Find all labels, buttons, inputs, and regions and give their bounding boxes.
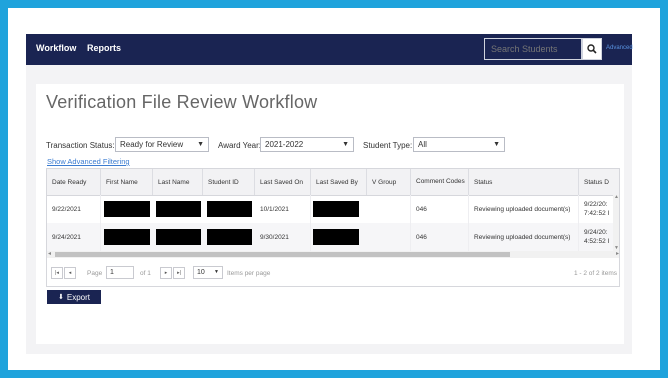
redacted-last-name xyxy=(156,229,201,245)
col-last-saved-on[interactable]: Last Saved On xyxy=(255,169,311,195)
scroll-left-icon[interactable]: ◂ xyxy=(48,250,51,257)
advanced-search-link[interactable]: Advanced xyxy=(606,45,633,51)
workflow-card: Verification File Review Workflow Transa… xyxy=(36,84,624,344)
status-date-line: 9/22/20: xyxy=(584,201,608,208)
transaction-status-label: Transaction Status: xyxy=(46,141,115,150)
redacted-first-name xyxy=(104,229,150,245)
search-icon xyxy=(587,44,597,54)
redacted-last-saved-by xyxy=(313,201,359,217)
student-type-select[interactable]: All ▼ xyxy=(413,137,505,152)
top-navbar: Workflow Reports Advanced xyxy=(26,34,633,65)
export-label: Export xyxy=(66,292,90,302)
pager-summary: 1 - 2 of 2 items xyxy=(574,270,617,277)
cell-status-date: 9/22/20: 7:42:52 I xyxy=(579,195,615,223)
col-comment-codes[interactable]: Comment Codes xyxy=(411,169,469,195)
page-title: Verification File Review Workflow xyxy=(46,92,318,112)
nav-workflow[interactable]: Workflow xyxy=(36,43,76,53)
chevron-down-icon: ▼ xyxy=(342,141,349,148)
page-number-input[interactable] xyxy=(106,266,134,279)
col-last-name[interactable]: Last Name xyxy=(153,169,203,195)
col-status-date[interactable]: Status D xyxy=(579,169,619,195)
award-year-select[interactable]: 2021-2022 ▼ xyxy=(260,137,354,152)
scroll-right-icon[interactable]: ▸ xyxy=(616,250,619,257)
items-per-page-select[interactable]: 10 ▼ xyxy=(193,266,223,279)
transaction-status-select[interactable]: Ready for Review ▼ xyxy=(115,137,209,152)
cell-date-ready: 9/22/2021 xyxy=(47,195,101,223)
redacted-last-name xyxy=(156,201,201,217)
col-date-ready[interactable]: Date Ready xyxy=(47,169,101,195)
export-button[interactable]: ⬇ Export xyxy=(47,290,101,304)
col-v-group[interactable]: V Group xyxy=(367,169,411,195)
status-time-line: 7:42:52 I xyxy=(584,210,610,217)
show-advanced-filtering-link[interactable]: Show Advanced Filtering xyxy=(47,157,130,166)
items-per-page-label: Items per page xyxy=(227,270,271,277)
cell-status: Reviewing uploaded document(s) xyxy=(469,223,579,251)
table-row[interactable]: 9/22/2021 10/1/2021 046 Reviewing upload… xyxy=(47,195,619,224)
page-of-label: of 1 xyxy=(140,270,151,277)
status-time-line: 4:52:52 I xyxy=(584,238,610,245)
scrollbar-thumb[interactable] xyxy=(55,252,510,257)
chevron-down-icon: ▼ xyxy=(197,141,204,148)
horizontal-scrollbar[interactable]: ◂ ▸ xyxy=(47,250,619,258)
col-first-name[interactable]: First Name xyxy=(101,169,153,195)
prev-page-button[interactable]: ◂ xyxy=(64,267,76,279)
cell-status: Reviewing uploaded document(s) xyxy=(469,195,579,223)
last-page-button[interactable]: ▸| xyxy=(173,267,185,279)
award-year-label: Award Year: xyxy=(218,141,261,150)
page-body: Verification File Review Workflow Transa… xyxy=(26,65,632,354)
next-page-button[interactable]: ▸ xyxy=(160,267,172,279)
col-student-id[interactable]: Student ID xyxy=(203,169,255,195)
redacted-last-saved-by xyxy=(313,229,359,245)
chevron-down-icon: ▼ xyxy=(493,141,500,148)
cell-comment-codes: 046 xyxy=(411,223,469,251)
cell-status-date: 9/24/20: 4:52:52 I xyxy=(579,223,615,251)
cell-last-saved-on: 10/1/2021 xyxy=(255,195,311,223)
redacted-student-id xyxy=(207,229,252,245)
search-button[interactable] xyxy=(582,38,602,60)
first-page-button[interactable]: |◂ xyxy=(51,267,63,279)
page-label: Page xyxy=(87,270,103,277)
student-type-label: Student Type: xyxy=(363,141,413,150)
cell-v-group xyxy=(367,195,411,223)
cell-v-group xyxy=(367,223,411,251)
download-icon: ⬇ xyxy=(58,294,64,301)
vertical-scrollbar[interactable]: ▲ ▼ xyxy=(613,194,619,251)
cell-date-ready: 9/24/2021 xyxy=(47,223,101,251)
cell-comment-codes: 046 xyxy=(411,195,469,223)
scroll-up-icon[interactable]: ▲ xyxy=(614,194,619,200)
cell-last-saved-on: 9/30/2021 xyxy=(255,223,311,251)
chevron-down-icon: ▼ xyxy=(214,269,219,275)
status-date-line: 9/24/20: xyxy=(584,229,608,236)
col-last-saved-by[interactable]: Last Saved By xyxy=(311,169,367,195)
redacted-first-name xyxy=(104,201,150,217)
students-grid: Date Ready First Name Last Name Student … xyxy=(46,168,620,287)
table-row[interactable]: 9/24/2021 9/30/2021 046 Reviewing upload… xyxy=(47,223,619,252)
search-input[interactable] xyxy=(484,38,582,60)
grid-header: Date Ready First Name Last Name Student … xyxy=(47,169,619,196)
redacted-student-id xyxy=(207,201,252,217)
nav-reports[interactable]: Reports xyxy=(87,43,121,53)
pager: |◂ ◂ Page of 1 ▸ ▸| 10▼ Items per page 1… xyxy=(47,258,619,286)
col-status[interactable]: Status xyxy=(469,169,579,195)
